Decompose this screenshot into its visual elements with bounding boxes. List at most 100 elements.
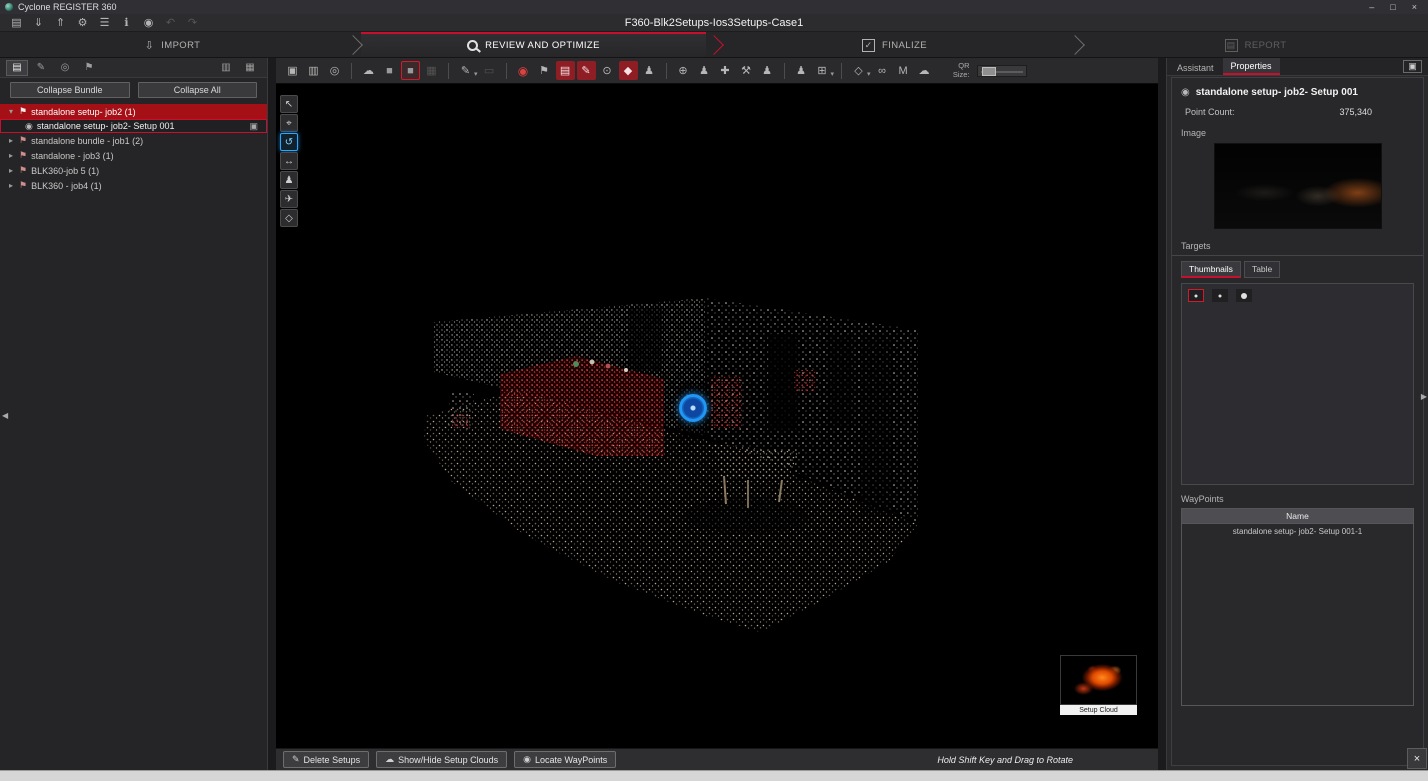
pick-point-icon[interactable]: ⌖ [280,114,298,132]
collapse-all-button[interactable]: Collapse All [138,82,258,98]
collapse-left-panel-arrow[interactable]: ◀ [2,411,8,420]
maximize-button[interactable]: □ [1390,0,1395,14]
delete-setups-button[interactable]: ✎ Delete Setups [283,751,369,768]
tag-target-icon[interactable]: ⚑ [535,61,554,80]
add-target-icon[interactable]: ◉ [514,61,533,80]
minimize-button[interactable]: – [1369,0,1374,14]
dropdown-caret-icon[interactable]: ▾ [867,70,871,78]
table-view-icon[interactable]: ⊞ [813,61,832,80]
viewport-3d: ▣ ▥ ◎ ☁ ■ ■ ▦ ✎ ▾ ▭ ◉ ⚑ ▤ ✎ ⊙ ◆ ♟ ⊕ ♟ ✚ … [276,58,1158,770]
collapse-right-panel-arrow[interactable]: ▶ [1421,392,1427,401]
expander-icon[interactable]: ▸ [7,151,15,160]
target-thumbnail[interactable] [1188,289,1204,302]
tab-thumbnails[interactable]: Thumbnails [1181,261,1241,278]
tree-row-job1[interactable]: ▸ ⚑ standalone bundle - job1 (2) [0,133,267,148]
setup-image-badge-icon[interactable]: ▣ [249,121,258,132]
m-tool-icon[interactable]: M [894,61,913,80]
menu-toolbar: ▤ ⇓ ⇑ ⚙ ☰ ℹ ◉ ↶ ↷ F360-Blk2Setups-Ios3Se… [0,14,1428,32]
target-thumbnail[interactable] [1212,289,1228,302]
duplicate-view-icon[interactable]: ▣ [283,61,302,80]
setup-cloud-image[interactable] [1060,655,1137,705]
step-import[interactable]: ⇩ IMPORT [0,32,345,57]
zoom-window-icon[interactable]: ◎ [325,61,344,80]
qr-size-slider[interactable] [977,65,1027,77]
tree-row-blk360-job5[interactable]: ▸ ⚑ BLK360-job 5 (1) [0,163,267,178]
web-tab-icon[interactable]: ◎ [54,60,76,76]
setup-cloud-thumbnail[interactable]: Setup Cloud [1060,655,1137,715]
redo-icon[interactable]: ↷ [186,15,199,31]
info-icon[interactable]: ℹ [120,15,133,31]
globe-view-icon[interactable]: ⊕ [674,61,693,80]
erase-fence-icon[interactable]: ✎ [456,61,475,80]
tree-row-job2[interactable]: ▾ ⚑ standalone setup- job2 (1) [0,104,267,119]
targets-tab-strip: Thumbnails Table [1181,260,1414,283]
save-project-icon[interactable]: ⇓ [32,15,45,31]
pedestrian-view-icon[interactable]: ♟ [280,171,298,189]
step-finalize[interactable]: ✓ FINALIZE [722,32,1067,57]
walk-mode-icon[interactable]: ♟ [758,61,777,80]
slider-handle[interactable] [982,67,996,76]
undo-icon[interactable]: ↶ [164,15,177,31]
filter-nodes-icon[interactable]: ▦ [239,60,261,76]
expand-view-icon[interactable]: ✚ [716,61,735,80]
expander-icon[interactable]: ▸ [7,136,15,145]
pane-solid-icon[interactable]: ■ [380,61,399,80]
cloud-pick-icon[interactable]: ☁ [359,61,378,80]
tab-properties[interactable]: Properties [1223,58,1280,75]
cube-view-icon[interactable]: ◇ [849,61,868,80]
import-data-icon[interactable]: ⇑ [54,15,67,31]
expander-icon[interactable]: ▸ [7,181,15,190]
tools-icon[interactable]: ⚒ [737,61,756,80]
cart-tool-icon[interactable]: ▭ [480,61,499,80]
pane-active-icon[interactable]: ■ [401,61,420,80]
tab-assistant[interactable]: Assistant [1169,60,1222,75]
setup-position-marker[interactable] [679,394,707,422]
qr-size-label: QR Size: [944,62,970,79]
step-review-and-optimize[interactable]: REVIEW AND OPTIMIZE [361,32,706,57]
expand-nodes-icon[interactable]: ▥ [215,60,237,76]
measure-distance-icon[interactable]: ↔ [280,152,298,170]
help-icon[interactable]: ◉ [142,15,155,31]
tree-row-setup-001[interactable]: ◉ standalone setup- job2- Setup 001 ▣ [0,119,267,133]
project-tree-tab-icon[interactable]: ▤ [6,60,28,76]
street-view-icon[interactable]: ♟ [695,61,714,80]
close-panel-button[interactable]: × [1407,748,1427,769]
tab-table[interactable]: Table [1244,261,1280,278]
dropdown-caret-icon[interactable]: ▾ [474,70,478,78]
select-cursor-icon[interactable]: ↖ [280,95,298,113]
geotag-icon[interactable]: ◆ [619,61,638,80]
expander-icon[interactable]: ▸ [7,166,15,175]
close-button[interactable]: × [1412,0,1417,14]
tree-row-job3[interactable]: ▸ ⚑ standalone - job3 (1) [0,148,267,163]
target-thumbnail[interactable] [1236,289,1252,302]
locate-waypoints-button[interactable]: ◉ Locate WayPoints [514,751,616,768]
tags-tab-icon[interactable]: ⚑ [78,60,100,76]
link-icon[interactable]: ∞ [873,61,892,80]
setup-image-thumbnail[interactable] [1214,143,1382,229]
point-cloud-render[interactable] [276,84,1158,748]
waypoint-row[interactable]: standalone setup- job2- Setup 001-1 [1182,524,1413,539]
view-cube-icon[interactable]: ◇ [280,209,298,227]
target-layers-icon[interactable]: ▤ [556,61,575,80]
show-hide-setup-clouds-button[interactable]: ☁ Show/Hide Setup Clouds [376,751,507,768]
tree-row-blk360-job4[interactable]: ▸ ⚑ BLK360 - job4 (1) [0,178,267,193]
point-cloud-canvas[interactable]: ↖ ⌖ ↺ ↔ ♟ ✈ ◇ Setup Cloud [276,84,1158,748]
report-list-icon[interactable]: ☰ [98,15,111,31]
attachments-tab-icon[interactable]: ✎ [30,60,52,76]
dropdown-caret-icon[interactable]: ▾ [831,70,835,78]
panel-layout-icon[interactable]: ▣ [1403,60,1422,73]
split-view-icon[interactable]: ▥ [304,61,323,80]
pane-disabled-icon[interactable]: ▦ [422,61,441,80]
person-target-icon[interactable]: ♟ [640,61,659,80]
add-user-icon[interactable]: ♟ [792,61,811,80]
expander-icon[interactable]: ▾ [7,107,15,116]
cloud-upload-icon[interactable]: ☁ [915,61,934,80]
collapse-bundle-button[interactable]: Collapse Bundle [10,82,130,98]
edit-target-icon[interactable]: ✎ [577,61,596,80]
fly-mode-icon[interactable]: ✈ [280,190,298,208]
camera-target-icon[interactable]: ⊙ [598,61,617,80]
settings-gear-icon[interactable]: ⚙ [76,15,89,31]
open-project-icon[interactable]: ▤ [10,15,23,31]
step-report[interactable]: ▤ REPORT [1083,32,1428,57]
orbit-tool-icon[interactable]: ↺ [280,133,298,151]
